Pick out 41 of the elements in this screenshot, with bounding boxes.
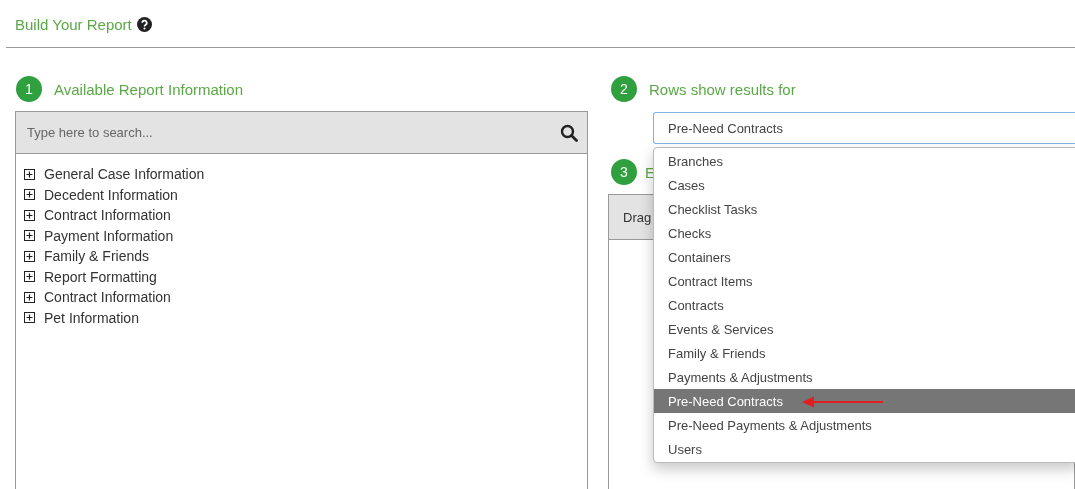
dropdown-option[interactable]: Payments & Adjustments: [654, 365, 1075, 389]
panel-header: Drag: [623, 209, 652, 225]
tree-item[interactable]: Payment Information: [44, 227, 174, 244]
page-title: Build Your Report: [15, 16, 132, 33]
step-title: Rows show results for: [649, 80, 796, 98]
dropdown-option[interactable]: Family & Friends: [654, 341, 1075, 365]
help-icon[interactable]: [136, 17, 152, 32]
dropdown-option[interactable]: Cases: [654, 173, 1075, 197]
dropdown-option[interactable]: Branches: [654, 149, 1075, 173]
step-number-badge: 3: [611, 159, 637, 185]
expand-icon[interactable]: [24, 250, 35, 262]
results-select[interactable]: Pre-Need Contracts: [653, 112, 1075, 144]
dropdown-option[interactable]: Checklist Tasks: [654, 197, 1075, 221]
expand-icon[interactable]: [24, 312, 35, 324]
dropdown-option[interactable]: Pre-Need Payments & Adjustments: [654, 413, 1075, 437]
step-number-badge: 1: [16, 76, 42, 102]
step-number-badge: 2: [611, 76, 637, 102]
tree-item[interactable]: Decedent Information: [44, 186, 178, 203]
tree-item[interactable]: Family & Friends: [44, 248, 150, 265]
dropdown-option[interactable]: Events & Services: [654, 317, 1075, 341]
step-title: Available Report Information: [54, 80, 243, 98]
dropdown-option[interactable]: Containers: [654, 245, 1075, 269]
search-bar[interactable]: Type here to search...: [16, 112, 587, 154]
dropdown-option[interactable]: Contracts: [654, 293, 1075, 317]
tree-item[interactable]: Contract Information: [44, 289, 171, 306]
dropdown-option[interactable]: Contract Items: [654, 269, 1075, 293]
tree-item[interactable]: General Case Information: [44, 166, 205, 183]
expand-icon[interactable]: [24, 189, 35, 201]
search-field[interactable]: Type here to search...: [25, 124, 560, 141]
dropdown-option[interactable]: Pre-Need Contracts: [654, 389, 1075, 413]
tree-item[interactable]: Contract Information: [44, 207, 171, 224]
dropdown-option[interactable]: Checks: [654, 221, 1075, 245]
expand-icon[interactable]: [24, 291, 35, 303]
tree-item[interactable]: Report Formatting: [44, 268, 157, 285]
expand-icon[interactable]: [24, 230, 35, 242]
search-icon[interactable]: [560, 123, 578, 142]
expand-icon[interactable]: [24, 168, 35, 180]
expand-icon[interactable]: [24, 209, 35, 221]
tree-item[interactable]: Pet Information: [44, 309, 139, 326]
expand-icon[interactable]: [24, 271, 35, 283]
dropdown-option[interactable]: Users: [654, 437, 1075, 461]
